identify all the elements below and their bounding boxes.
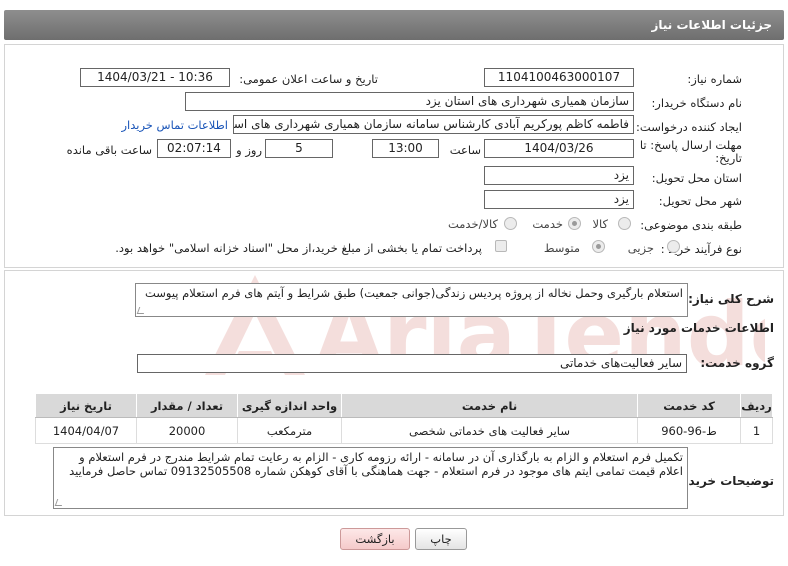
- need-description-text: استعلام بارگیری وحمل نخاله از پروژه پردی…: [144, 286, 683, 300]
- remaining-time-field[interactable]: 02:07:14: [157, 139, 231, 158]
- col-quantity: تعداد / مقدار: [136, 393, 238, 418]
- treasury-note: پرداخت تمام یا بخشی از مبلغ خرید،از محل …: [115, 241, 482, 255]
- process-medium-label: متوسط: [543, 241, 580, 255]
- category-goods-label: کالا: [592, 217, 608, 231]
- need-description-field[interactable]: استعلام بارگیری وحمل نخاله از پروژه پردی…: [135, 283, 688, 317]
- cell-service-name: سایر فعالیت های خدماتی شخصی: [341, 417, 638, 444]
- remaining-days-field[interactable]: 5: [265, 139, 333, 158]
- process-minor-radio[interactable]: [667, 240, 680, 253]
- col-service-name: نام خدمت: [341, 393, 638, 418]
- deadline-time-field[interactable]: 13:00: [372, 139, 439, 158]
- deadline-date-field[interactable]: 1404/03/26: [484, 139, 634, 158]
- buyer-org-field[interactable]: سازمان همیاری شهرداری های استان یزد: [185, 92, 634, 111]
- category-service-label: خدمت: [532, 217, 563, 231]
- cell-service-code: ط-96-960: [637, 417, 741, 444]
- service-group-field[interactable]: سایر فعالیت‌های خدماتی: [137, 354, 687, 373]
- announce-date-label: تاریخ و ساعت اعلان عمومی:: [239, 72, 378, 86]
- delivery-province-field[interactable]: یزد: [484, 166, 634, 185]
- delivery-province-label: استان محل تحویل:: [651, 171, 742, 185]
- col-service-code: کد خدمت: [637, 393, 741, 418]
- col-unit: واحد اندازه گیری: [237, 393, 342, 418]
- category-label: طبقه بندی موضوعی:: [640, 218, 742, 232]
- need-number-label: شماره نیاز:: [687, 72, 742, 86]
- category-service-radio[interactable]: [568, 217, 581, 230]
- deadline-label-line1: مهلت ارسال پاسخ: تا: [639, 138, 742, 152]
- process-minor-label: جزیی: [627, 241, 654, 255]
- col-need-date: تاریخ نیاز: [35, 393, 137, 418]
- cell-need-date: 1404/04/07: [35, 417, 137, 444]
- process-medium-radio[interactable]: [592, 240, 605, 253]
- delivery-city-field[interactable]: یزد: [484, 190, 634, 209]
- need-number-field[interactable]: 1104100463000107: [484, 68, 634, 87]
- category-goods-radio[interactable]: [618, 217, 631, 230]
- buyer-org-label: نام دستگاه خریدار:: [651, 96, 742, 110]
- print-button[interactable]: چاپ: [415, 528, 467, 550]
- services-section-title: اطلاعات خدمات مورد نیاز: [623, 321, 774, 335]
- requester-label: ایجاد کننده درخواست:: [636, 120, 742, 134]
- col-row: ردیف: [740, 393, 773, 418]
- page-title-text: جزئیات اطلاعات نیاز: [651, 18, 772, 32]
- remaining-time-label: ساعت باقی مانده: [66, 143, 152, 157]
- treasury-checkbox[interactable]: [495, 240, 507, 252]
- cell-row: 1: [740, 417, 773, 444]
- buyer-notes-text: تکمیل فرم استعلام و الزام به بارگذاری آن…: [69, 450, 683, 478]
- category-goods-service-label: کالا/خدمت: [447, 217, 498, 231]
- buyer-notes-field[interactable]: تکمیل فرم استعلام و الزام به بارگذاری آن…: [53, 447, 688, 509]
- page-title: جزئیات اطلاعات نیاز: [4, 10, 784, 40]
- need-description-label: شرح کلی نیاز:: [688, 292, 774, 306]
- table-row: 1 ط-96-960 سایر فعالیت های خدماتی شخصی م…: [35, 417, 773, 444]
- remaining-days-label: روز و: [236, 143, 262, 157]
- deadline-time-label: ساعت: [449, 143, 481, 157]
- buyer-contact-link[interactable]: اطلاعات تماس خریدار: [121, 118, 228, 132]
- requester-field[interactable]: فاطمه کاظم پورکریم آبادی کارشناس سامانه …: [233, 115, 634, 134]
- deadline-label-line2: تاریخ:: [715, 151, 742, 165]
- service-group-label: گروه خدمت:: [700, 356, 774, 370]
- services-table: ردیف کد خدمت نام خدمت واحد اندازه گیری ت…: [35, 393, 773, 444]
- cell-quantity: 20000: [136, 417, 238, 444]
- services-table-header: ردیف کد خدمت نام خدمت واحد اندازه گیری ت…: [35, 393, 773, 418]
- delivery-city-label: شهر محل تحویل:: [658, 194, 742, 208]
- category-goods-service-radio[interactable]: [504, 217, 517, 230]
- announce-date-field[interactable]: 1404/03/21 - 10:36: [80, 68, 230, 87]
- back-button[interactable]: بازگشت: [340, 528, 410, 550]
- cell-unit: مترمکعب: [237, 417, 342, 444]
